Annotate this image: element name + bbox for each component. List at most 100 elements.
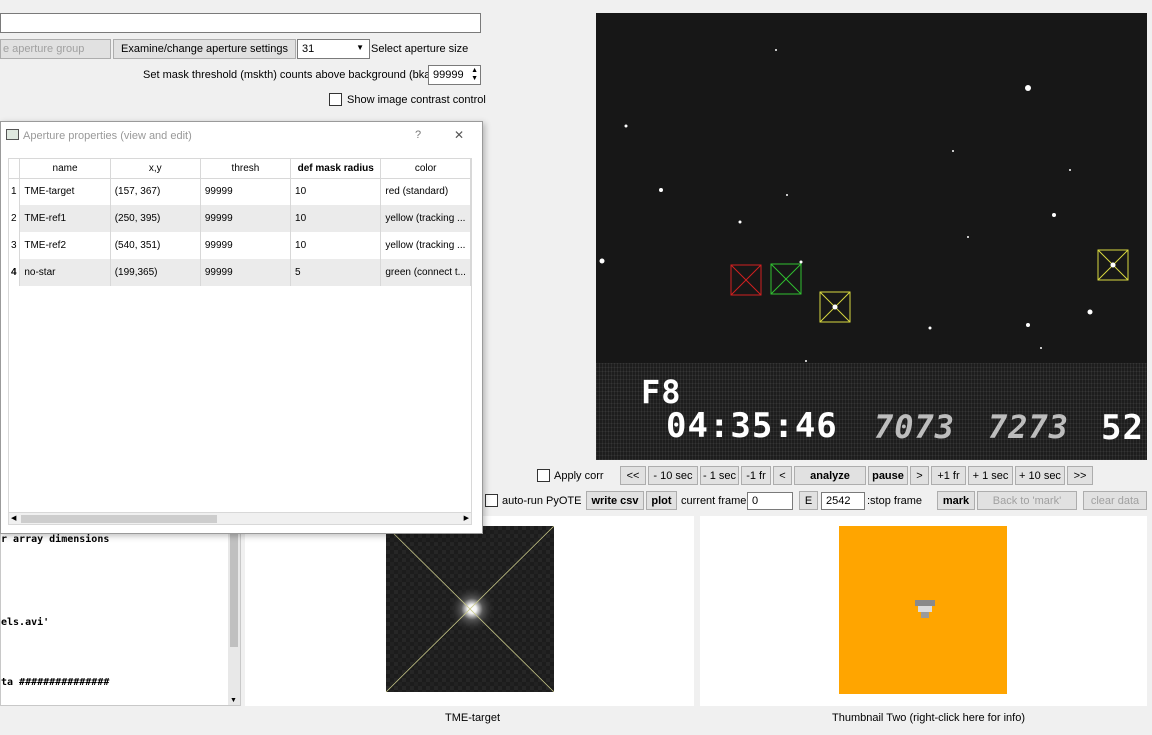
row-number[interactable]: 3 [9, 232, 21, 259]
aperture-group-button[interactable]: e aperture group [0, 39, 111, 59]
contrast-checkbox[interactable] [329, 93, 342, 106]
autorun-pyote-label: auto-run PyOTE [502, 495, 582, 507]
star [599, 258, 605, 264]
cell-color[interactable]: yellow (tracking ... [380, 232, 471, 259]
table-row[interactable]: 3 TME-ref2 (540, 351) 99999 10 yellow (t… [9, 232, 471, 259]
fast-forward-button[interactable]: >> [1067, 466, 1093, 485]
aperture-table-grid: name x,y thresh def mask radius color 1 … [9, 159, 471, 286]
dialog-titlebar[interactable]: Aperture properties (view and edit) ? ✕ [1, 122, 482, 150]
apply-corr-checkbox[interactable] [537, 469, 550, 482]
cell-xy[interactable]: (540, 351) [110, 232, 201, 259]
stop-frame-label: :stop frame [867, 495, 923, 507]
contrast-label: Show image contrast control [347, 94, 486, 106]
star [775, 49, 777, 51]
current-frame-input[interactable]: 0 [747, 492, 793, 510]
log-line: ta ############### [1, 677, 110, 688]
aperture-properties-dialog[interactable]: Aperture properties (view and edit) ? ✕ … [0, 121, 483, 534]
current-frame-label: current frame: [681, 495, 750, 507]
aperture-table[interactable]: name x,y thresh def mask radius color 1 … [8, 158, 472, 524]
cell-thresh[interactable]: 99999 [200, 232, 292, 259]
thumbnail-two-label[interactable]: Thumbnail Two (right-click here for info… [832, 712, 1025, 724]
star [799, 260, 803, 264]
star [967, 236, 969, 238]
log-text-area[interactable]: r array dimensions els.avi' ta #########… [0, 516, 241, 706]
star [1087, 309, 1093, 315]
rewind-button[interactable]: << [620, 466, 646, 485]
plus-10-sec-button[interactable]: + 10 sec [1015, 466, 1065, 485]
plus-1-sec-button[interactable]: + 1 sec [968, 466, 1013, 485]
column-header-thresh[interactable]: thresh [200, 159, 292, 179]
log-scrollbar[interactable]: ▼ [228, 517, 240, 705]
minus-1-sec-button[interactable]: - 1 sec [700, 466, 739, 485]
step-back-button[interactable]: < [773, 466, 792, 485]
chevron-down-icon: ▼ [356, 43, 364, 52]
aperture-size-select[interactable]: 31 ▼ [297, 39, 370, 59]
e-button[interactable]: E [799, 491, 818, 510]
column-header-color[interactable]: color [380, 159, 471, 179]
close-icon[interactable]: ✕ [454, 128, 464, 142]
star [738, 220, 742, 224]
scroll-left-icon[interactable]: ◀ [11, 514, 16, 522]
scroll-down-icon[interactable]: ▼ [230, 697, 237, 704]
scrollbar-thumb[interactable] [21, 515, 217, 523]
back-to-mark-button[interactable]: Back to 'mark' [977, 491, 1077, 510]
cell-name[interactable]: TME-ref1 [19, 205, 111, 232]
window-icon [6, 129, 19, 140]
cell-xy[interactable]: (157, 367) [110, 178, 201, 205]
row-number[interactable]: 1 [9, 178, 21, 205]
thumbnail-two-panel[interactable] [700, 516, 1147, 706]
table-row[interactable]: 4 no-star (199,365) 99999 5 green (conne… [9, 259, 471, 286]
table-horizontal-scrollbar[interactable]: ◀ ▶ [8, 512, 472, 525]
plus-1-frame-button[interactable]: +1 fr [931, 466, 966, 485]
clear-data-button[interactable]: clear data [1083, 491, 1147, 510]
cell-name[interactable]: no-star [19, 259, 111, 286]
analyze-button[interactable]: analyze [794, 466, 866, 485]
cell-radius[interactable]: 10 [290, 205, 382, 232]
cell-thresh[interactable]: 99999 [200, 205, 292, 232]
table-row[interactable]: 1 TME-target (157, 367) 99999 10 red (st… [9, 178, 471, 205]
table-row[interactable]: 2 TME-ref1 (250, 395) 99999 10 yellow (t… [9, 205, 471, 232]
video-frame[interactable]: F8 04:35:46 7073 7273 52 [596, 13, 1147, 460]
top-path-field[interactable] [0, 13, 481, 33]
mark-button[interactable]: mark [937, 491, 975, 510]
spin-arrows-icon[interactable]: ▲ ▼ [471, 67, 478, 83]
pause-button[interactable]: pause [868, 466, 908, 485]
row-number[interactable]: 2 [9, 205, 21, 232]
autorun-pyote-checkbox[interactable] [485, 494, 498, 507]
cell-name[interactable]: TME-target [19, 178, 111, 205]
star [1040, 347, 1042, 349]
cell-thresh[interactable]: 99999 [200, 178, 292, 205]
apply-corr-label: Apply corr [554, 470, 604, 482]
cell-color[interactable]: red (standard) [380, 178, 471, 205]
column-header-xy[interactable]: x,y [110, 159, 201, 179]
cell-color[interactable]: green (connect t... [380, 259, 471, 286]
minus-10-sec-button[interactable]: - 10 sec [648, 466, 698, 485]
cell-thresh[interactable]: 99999 [200, 259, 292, 286]
mask-threshold-spinbox[interactable]: 99999 ▲ ▼ [428, 65, 481, 85]
log-line: els.avi' [1, 617, 50, 628]
scroll-right-icon[interactable]: ▶ [464, 514, 469, 522]
cell-xy[interactable]: (250, 395) [110, 205, 201, 232]
osd-counter-1: 7073 [874, 408, 956, 446]
cell-radius[interactable]: 10 [290, 232, 382, 259]
stop-frame-input[interactable]: 2542 [821, 492, 865, 510]
thumbnail-one-label: TME-target [445, 712, 501, 724]
aperture-size-label: Select aperture size [371, 43, 469, 55]
cell-color[interactable]: yellow (tracking ... [380, 205, 471, 232]
thumbnail-one-panel[interactable] [245, 516, 694, 706]
column-header-name[interactable]: name [19, 159, 111, 179]
examine-aperture-settings-button[interactable]: Examine/change aperture settings [113, 39, 296, 59]
write-csv-button[interactable]: write csv [586, 491, 644, 510]
help-icon[interactable]: ? [415, 129, 421, 141]
cell-radius[interactable]: 10 [290, 178, 382, 205]
plot-button[interactable]: plot [646, 491, 677, 510]
cell-name[interactable]: TME-ref2 [19, 232, 111, 259]
minus-1-frame-button[interactable]: -1 fr [741, 466, 771, 485]
cell-radius[interactable]: 5 [290, 259, 382, 286]
step-forward-button[interactable]: > [910, 466, 929, 485]
star [805, 360, 807, 362]
column-header-mask-radius[interactable]: def mask radius [290, 159, 382, 179]
star [1025, 85, 1031, 91]
cell-xy[interactable]: (199,365) [110, 259, 201, 286]
row-number[interactable]: 4 [9, 259, 21, 286]
